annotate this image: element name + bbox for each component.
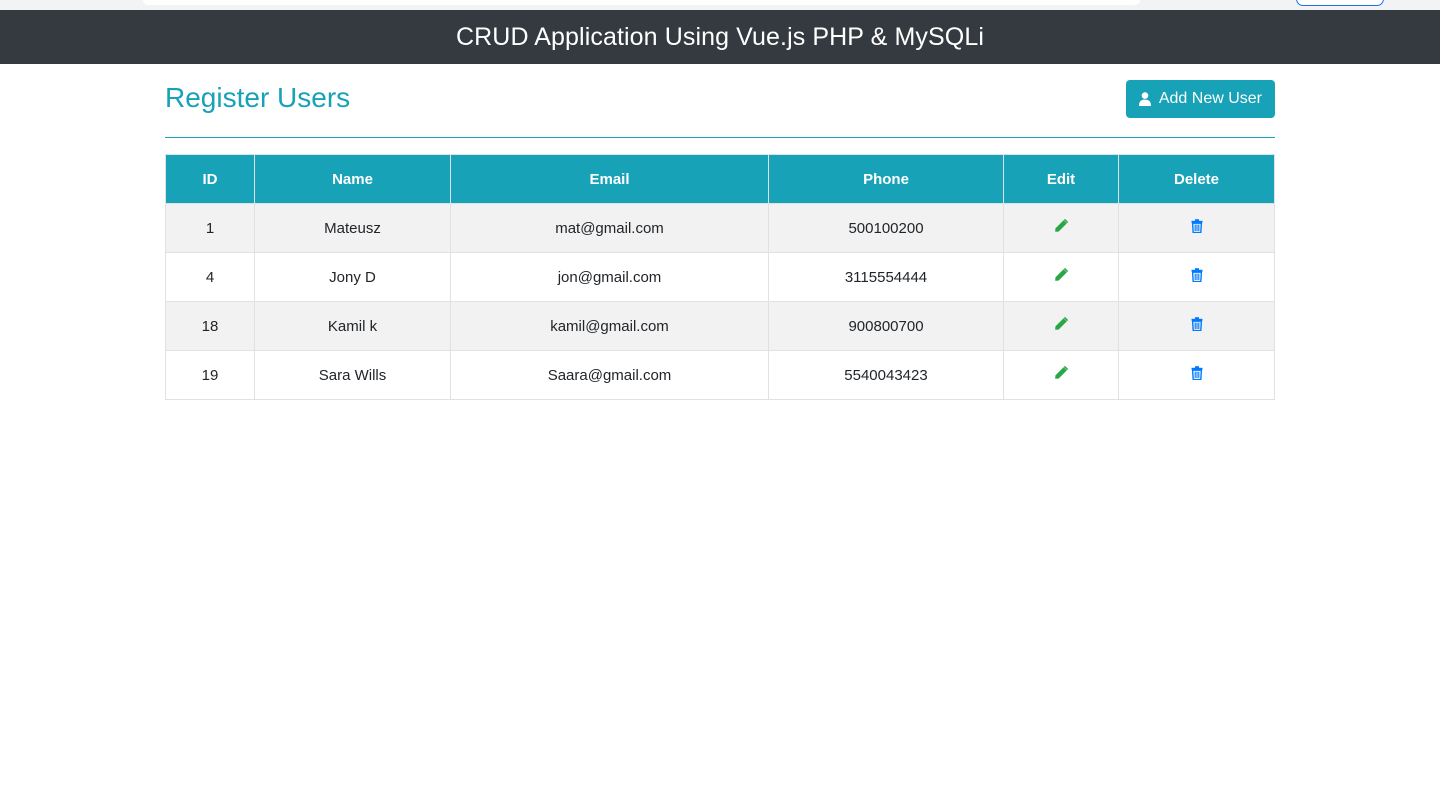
cell-phone: 3115554444 [768,252,1004,302]
table-row: 1 Mateusz mat@gmail.com 500100200 [165,203,1275,253]
cell-email: mat@gmail.com [450,203,769,253]
cell-delete [1118,301,1275,351]
trash-icon[interactable] [1191,366,1203,380]
cell-delete [1118,203,1275,253]
user-icon [1138,92,1151,106]
header-phone: Phone [768,154,1004,204]
main-container: Register Users Add New User ID Name Emai… [165,64,1275,400]
cell-id: 18 [165,301,255,351]
navbar-title: CRUD Application Using Vue.js PHP & MySQ… [455,22,984,51]
header-id: ID [165,154,255,204]
cell-id: 4 [165,252,255,302]
trash-icon[interactable] [1191,219,1203,233]
cell-phone: 900800700 [768,301,1004,351]
cell-delete [1118,252,1275,302]
cell-email: kamil@gmail.com [450,301,769,351]
cell-id: 1 [165,203,255,253]
pencil-icon[interactable] [1054,317,1068,331]
table-row: 18 Kamil k kamil@gmail.com 900800700 [165,301,1275,351]
cell-name: Kamil k [254,301,451,351]
add-new-user-button[interactable]: Add New User [1125,80,1275,118]
cell-edit [1003,252,1119,302]
cell-id: 19 [165,350,255,400]
header-edit: Edit [1003,154,1119,204]
browser-top-strip [0,0,1440,10]
cell-name: Jony D [254,252,451,302]
pencil-icon[interactable] [1054,219,1068,233]
cell-edit [1003,203,1119,253]
browser-pill-button[interactable] [1296,0,1384,6]
page-header: Register Users Add New User [165,64,1275,138]
cell-delete [1118,350,1275,400]
cell-name: Mateusz [254,203,451,253]
add-new-user-label: Add New User [1158,90,1262,107]
trash-icon[interactable] [1191,317,1203,331]
header-email: Email [450,154,769,204]
cell-email: Saara@gmail.com [450,350,769,400]
cell-edit [1003,350,1119,400]
table-row: 19 Sara Wills Saara@gmail.com 5540043423 [165,350,1275,400]
table-header-row: ID Name Email Phone Edit Delete [165,154,1275,204]
header-name: Name [254,154,451,204]
cell-phone: 500100200 [768,203,1004,253]
navbar: CRUD Application Using Vue.js PHP & MySQ… [0,10,1440,64]
cell-edit [1003,301,1119,351]
address-bar[interactable] [143,0,1140,5]
cell-phone: 5540043423 [768,350,1004,400]
cell-name: Sara Wills [254,350,451,400]
header-delete: Delete [1118,154,1275,204]
users-table: ID Name Email Phone Edit Delete 1 Mateus… [165,154,1275,400]
table-row: 4 Jony D jon@gmail.com 3115554444 [165,252,1275,302]
trash-icon[interactable] [1191,268,1203,282]
page-title: Register Users [165,82,351,113]
pencil-icon[interactable] [1054,366,1068,380]
cell-email: jon@gmail.com [450,252,769,302]
pencil-icon[interactable] [1054,268,1068,282]
